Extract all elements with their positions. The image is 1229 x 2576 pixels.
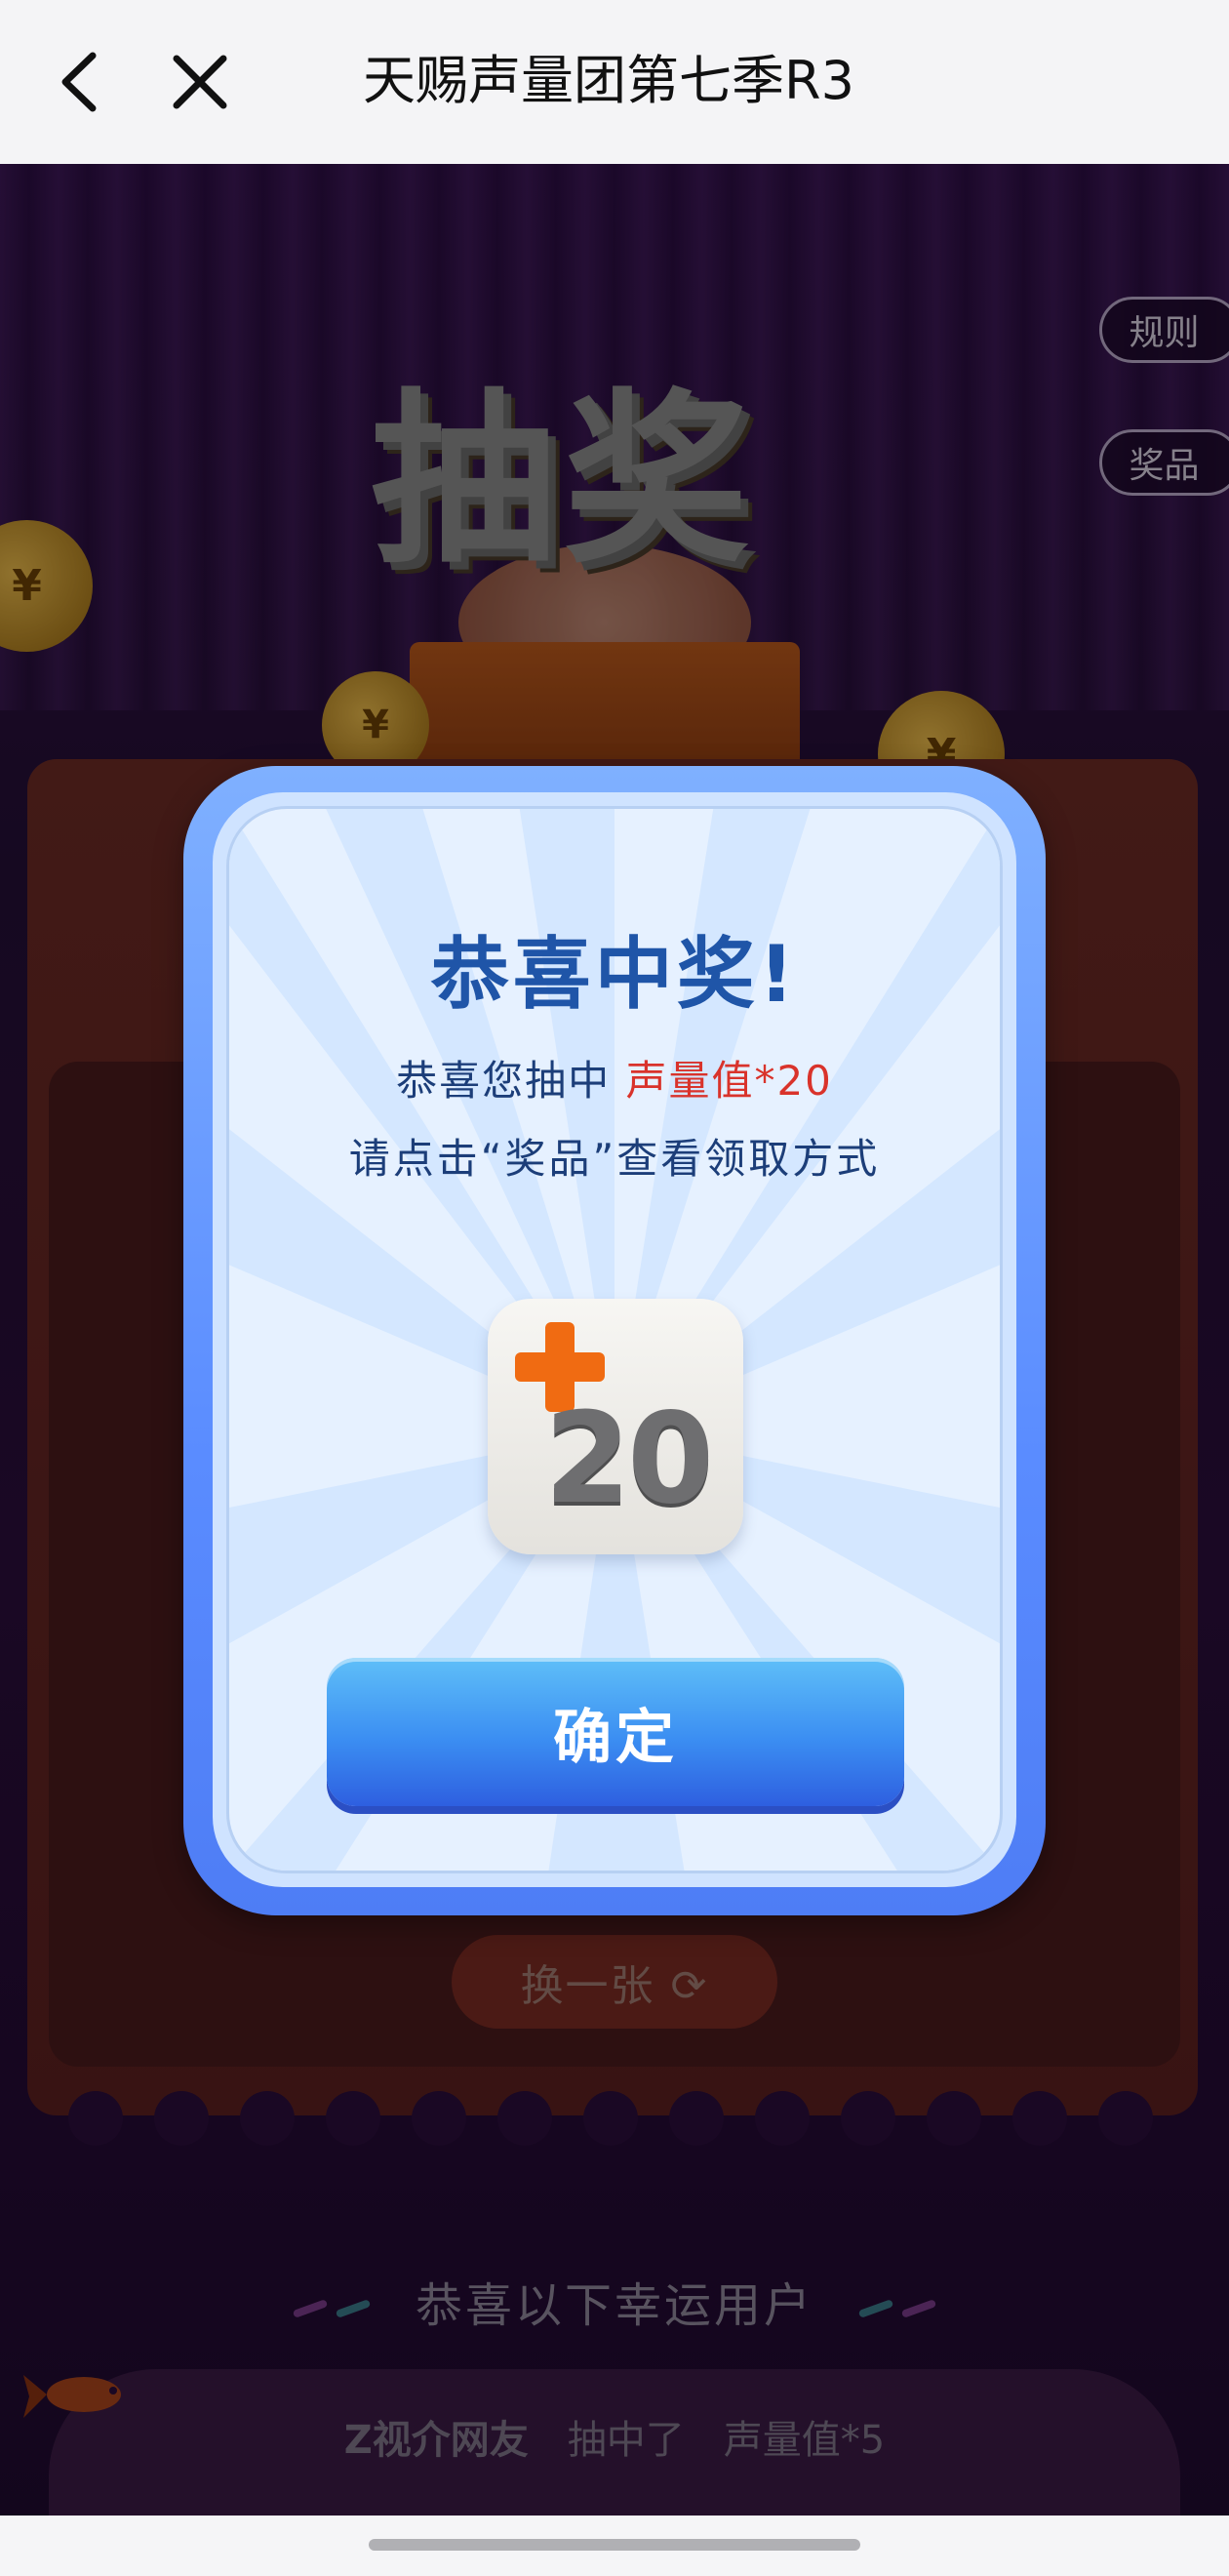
win-prize-text: 声量值*20 <box>625 1057 833 1105</box>
win-message: 恭喜您抽中 声量值*20 <box>396 1057 833 1105</box>
reward-value: 20 <box>544 1387 714 1532</box>
confirm-button[interactable]: 确定 <box>327 1658 904 1806</box>
top-navbar: 天赐声量团第七季R3 <box>0 0 1229 164</box>
win-modal: 恭喜中奖! 恭喜您抽中 声量值*20 请点击“奖品”查看领取方式 20 确定 <box>226 806 1003 1873</box>
win-title: 恭喜中奖! <box>430 929 799 1020</box>
claim-instructions: 请点击“奖品”查看领取方式 <box>348 1135 881 1183</box>
reward-icon: 20 <box>488 1299 743 1554</box>
page-title: 天赐声量团第七季R3 <box>363 50 854 111</box>
home-indicator[interactable] <box>369 2539 860 2551</box>
